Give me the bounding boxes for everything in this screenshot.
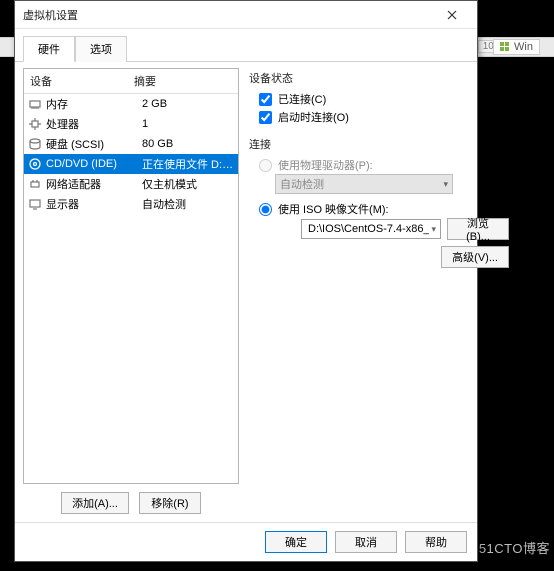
device-row-disk[interactable]: 硬盘 (SCSI) 80 GB — [24, 134, 238, 154]
connection-label: 连接 — [249, 136, 509, 152]
device-name: 内存 — [46, 96, 138, 112]
dialog-title: 虚拟机设置 — [23, 7, 435, 23]
iso-path-combo[interactable]: ▾ — [301, 219, 441, 239]
background-tab-right[interactable]: Win — [493, 39, 540, 55]
add-button[interactable]: 添加(A)... — [61, 492, 129, 514]
cpu-icon — [28, 117, 42, 131]
chevron-down-icon: ▾ — [431, 224, 436, 235]
physical-drive-combo-value: 自动检测 — [280, 176, 324, 192]
device-summary: 仅主机模式 — [142, 176, 234, 192]
device-list: 设备 摘要 内存 2 GB 处理器 1 硬盘 (SCSI) 80 GB CD/DVD (ID… — [23, 68, 239, 484]
titlebar: 虚拟机设置 — [15, 1, 477, 29]
physical-drive-radio-row: 使用物理驱动器(P): — [249, 156, 509, 174]
device-name: CD/DVD (IDE) — [46, 158, 138, 170]
dialog-footer: 确定 取消 帮助 — [15, 522, 477, 561]
device-row-memory[interactable]: 内存 2 GB — [24, 94, 238, 114]
device-summary: 自动检测 — [142, 196, 234, 212]
nic-icon — [28, 177, 42, 191]
device-summary: 80 GB — [142, 138, 234, 150]
help-button[interactable]: 帮助 — [405, 531, 467, 553]
ok-button[interactable]: 确定 — [265, 531, 327, 553]
column-summary: 摘要 — [134, 73, 232, 89]
iso-label: 使用 ISO 映像文件(M): — [278, 201, 389, 217]
windows-icon — [500, 42, 510, 52]
device-summary: 正在使用文件 D:\IOS\CentO... — [142, 156, 234, 172]
device-list-header: 设备 摘要 — [24, 69, 238, 94]
advanced-button[interactable]: 高级(V)... — [441, 246, 509, 268]
physical-drive-combo: 自动检测 ▾ — [275, 174, 453, 194]
physical-drive-label: 使用物理驱动器(P): — [278, 157, 373, 173]
cd-icon — [28, 157, 42, 171]
iso-path-input[interactable] — [306, 222, 431, 236]
device-row-cd[interactable]: CD/DVD (IDE) 正在使用文件 D:\IOS\CentO... — [24, 154, 238, 174]
remove-button[interactable]: 移除(R) — [139, 492, 201, 514]
connect-at-power-on-checkbox[interactable] — [259, 111, 272, 124]
tab-hardware[interactable]: 硬件 — [23, 36, 75, 62]
iso-radio[interactable] — [259, 203, 272, 216]
device-name: 处理器 — [46, 116, 138, 132]
connected-label: 已连接(C) — [278, 91, 326, 107]
tabs: 硬件 选项 — [15, 29, 477, 62]
column-device: 设备 — [30, 73, 134, 89]
device-name: 网络适配器 — [46, 176, 138, 192]
connect-at-power-on-row[interactable]: 启动时连接(O) — [249, 108, 509, 126]
left-pane: 设备 摘要 内存 2 GB 处理器 1 硬盘 (SCSI) 80 GB CD/DVD (ID… — [23, 68, 239, 514]
memory-icon — [28, 97, 42, 111]
close-button[interactable] — [435, 5, 469, 25]
right-pane: 设备状态 已连接(C) 启动时连接(O) 连接 使用物理驱动器(P): 自动检测 — [247, 68, 511, 514]
device-row-display[interactable]: 显示器自动检测 — [24, 194, 238, 214]
disk-icon — [28, 137, 42, 151]
close-icon — [447, 10, 457, 20]
connected-checkbox-row[interactable]: 已连接(C) — [249, 90, 509, 108]
device-row-nic[interactable]: 网络适配器仅主机模式 — [24, 174, 238, 194]
watermark: 51CTO博客 — [479, 538, 550, 557]
device-row-cpu[interactable]: 处理器 1 — [24, 114, 238, 134]
device-status-group: 设备状态 已连接(C) 启动时连接(O) — [249, 70, 509, 126]
cancel-button[interactable]: 取消 — [335, 531, 397, 553]
physical-drive-radio — [259, 159, 272, 172]
tab-options[interactable]: 选项 — [75, 36, 127, 62]
device-status-label: 设备状态 — [249, 70, 509, 86]
browse-button[interactable]: 浏览(B)... — [447, 218, 509, 240]
connect-at-power-on-label: 启动时连接(O) — [278, 109, 349, 125]
device-summary: 1 — [142, 118, 234, 130]
device-name: 显示器 — [46, 196, 138, 212]
chevron-down-icon: ▾ — [443, 179, 448, 190]
device-summary: 2 GB — [142, 98, 234, 110]
display-icon — [28, 197, 42, 211]
device-name: 硬盘 (SCSI) — [46, 136, 138, 152]
vm-settings-dialog: 虚拟机设置 硬件 选项 设备 摘要 内存 2 GB 处理器 1 硬盘 (SCSI) 80 … — [14, 0, 478, 562]
background-tab-label: Win — [514, 41, 533, 53]
connection-group: 连接 使用物理驱动器(P): 自动检测 ▾ 使用 ISO 映像文件(M): ▾ — [249, 136, 509, 268]
connected-checkbox[interactable] — [259, 93, 272, 106]
